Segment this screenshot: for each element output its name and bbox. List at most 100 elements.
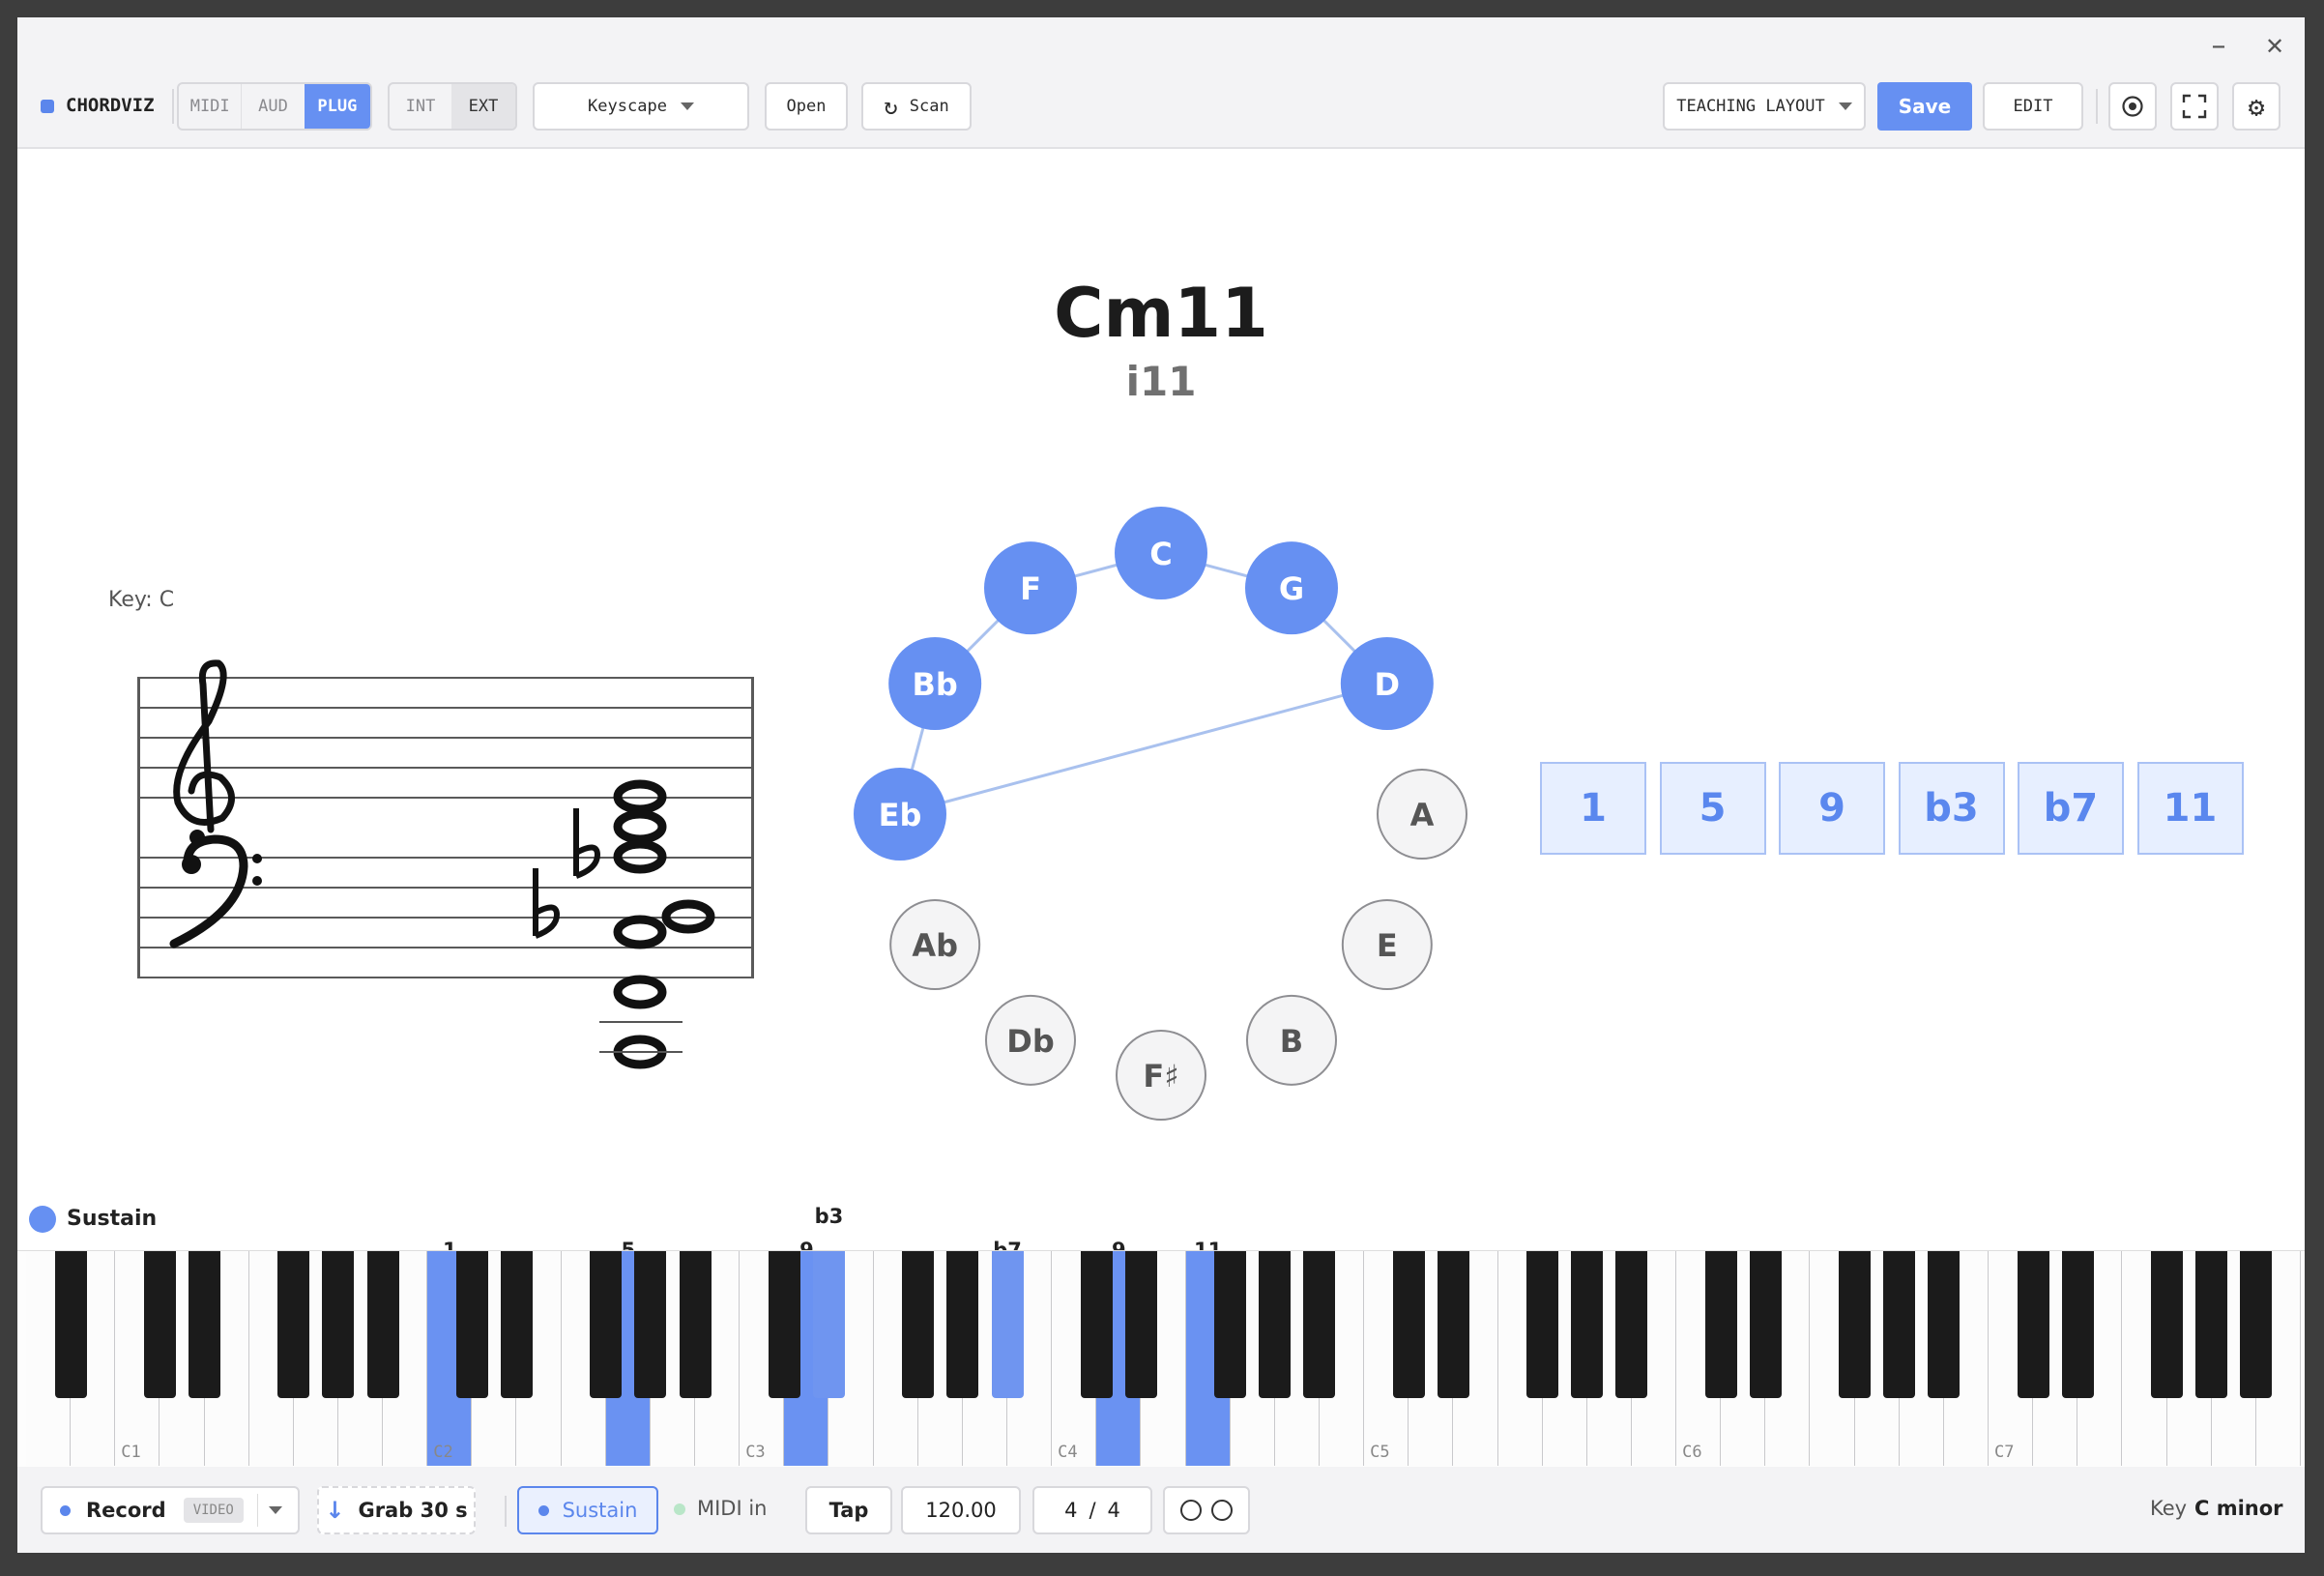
- note-node-g[interactable]: G: [1245, 541, 1338, 635]
- note-node-eb[interactable]: Eb: [854, 768, 946, 861]
- bpm-value: 120.00: [925, 1499, 997, 1522]
- octave-label: C2: [433, 1443, 453, 1462]
- black-key[interactable]: [2017, 1251, 2049, 1398]
- black-key[interactable]: [1214, 1251, 1247, 1398]
- black-key[interactable]: [1704, 1251, 1737, 1398]
- black-key[interactable]: [455, 1251, 488, 1398]
- layout-select[interactable]: TEACHING LAYOUT: [1663, 82, 1866, 131]
- black-key[interactable]: [634, 1251, 667, 1398]
- black-key[interactable]: [812, 1251, 845, 1398]
- record-circle-icon: [2122, 96, 2143, 117]
- tap-tempo-button[interactable]: Tap: [805, 1486, 892, 1534]
- black-key[interactable]: [946, 1251, 979, 1398]
- degree-box: b7: [2018, 762, 2124, 855]
- beat-circle-icon: [1211, 1500, 1233, 1521]
- note-node-d[interactable]: D: [1340, 637, 1434, 730]
- close-button[interactable]: ✕: [2255, 27, 2294, 66]
- grab-button[interactable]: ↓ Grab 30 s: [317, 1486, 476, 1534]
- octave-label: C1: [121, 1443, 141, 1462]
- record-circle-button[interactable]: [2108, 82, 2157, 131]
- black-key[interactable]: [1392, 1251, 1425, 1398]
- black-key[interactable]: [1124, 1251, 1157, 1398]
- note-label: E: [1377, 927, 1398, 964]
- settings-button[interactable]: ⚙: [2232, 82, 2280, 131]
- note-label: D: [1375, 666, 1401, 703]
- black-key[interactable]: [991, 1251, 1024, 1398]
- divider: [2096, 89, 2098, 124]
- note-node-f-sharp[interactable]: F♯: [1116, 1030, 1206, 1121]
- black-key[interactable]: [54, 1251, 87, 1398]
- black-key[interactable]: [277, 1251, 310, 1398]
- key-label: Key: [2150, 1497, 2188, 1520]
- download-arrow-icon: ↓: [325, 1497, 345, 1524]
- fullscreen-icon: [2182, 94, 2207, 119]
- gear-icon: ⚙: [2248, 90, 2265, 123]
- record-dot-icon: [60, 1504, 71, 1516]
- octave-label: C6: [1682, 1443, 1702, 1462]
- note-node-b[interactable]: B: [1246, 994, 1337, 1086]
- octave-label: C7: [1994, 1443, 2015, 1462]
- black-key[interactable]: [501, 1251, 533, 1398]
- black-key[interactable]: [768, 1251, 800, 1398]
- note-node-bb[interactable]: Bb: [888, 637, 982, 730]
- chevron-down-icon: [1838, 102, 1852, 110]
- minimize-button[interactable]: –: [2199, 27, 2238, 66]
- key-value: C minor: [2194, 1497, 2283, 1520]
- metronome-toggle[interactable]: [1163, 1486, 1250, 1534]
- grab-label: Grab 30 s: [358, 1499, 468, 1522]
- piano-keyboard[interactable]: C1C2C3C4C5C6C7C8: [17, 1250, 2305, 1470]
- black-key[interactable]: [1749, 1251, 1782, 1398]
- black-key[interactable]: [143, 1251, 176, 1398]
- black-key[interactable]: [2240, 1251, 2273, 1398]
- edit-button[interactable]: EDIT: [1983, 82, 2083, 131]
- note-label: G: [1279, 570, 1304, 607]
- sustain-indicator-icon: [29, 1206, 56, 1233]
- black-key[interactable]: [1080, 1251, 1113, 1398]
- black-key[interactable]: [902, 1251, 935, 1398]
- black-key[interactable]: [590, 1251, 623, 1398]
- black-key[interactable]: [2061, 1251, 2094, 1398]
- black-key[interactable]: [1437, 1251, 1469, 1398]
- note-node-c[interactable]: C: [1115, 507, 1207, 599]
- circle-of-fifths: C G D A E B F♯ Db Ab Eb Bb F: [854, 507, 1467, 1121]
- black-key[interactable]: [679, 1251, 712, 1398]
- black-key[interactable]: [2195, 1251, 2228, 1398]
- save-button[interactable]: Save: [1877, 82, 1972, 131]
- degree-box: b3: [1898, 762, 2005, 855]
- black-key[interactable]: [1928, 1251, 1961, 1398]
- black-key[interactable]: [1259, 1251, 1292, 1398]
- octave-label: C3: [745, 1443, 766, 1462]
- note-node-f[interactable]: F: [984, 541, 1077, 635]
- chevron-down-icon[interactable]: [269, 1506, 282, 1514]
- note-label: A: [1410, 797, 1435, 833]
- black-key[interactable]: [1526, 1251, 1559, 1398]
- note-label: F♯: [1143, 1058, 1178, 1094]
- record-button[interactable]: Record VIDEO: [41, 1486, 300, 1534]
- black-key[interactable]: [1883, 1251, 1916, 1398]
- black-key[interactable]: [1839, 1251, 1872, 1398]
- note-node-e[interactable]: E: [1341, 899, 1433, 990]
- note-node-db[interactable]: Db: [985, 994, 1076, 1086]
- tap-label: Tap: [828, 1499, 869, 1522]
- black-key[interactable]: [1571, 1251, 1604, 1398]
- time-sig-separator: /: [1089, 1499, 1096, 1522]
- black-key[interactable]: [2151, 1251, 2184, 1398]
- note-node-a[interactable]: A: [1377, 769, 1467, 860]
- note-node-ab[interactable]: Ab: [889, 899, 981, 990]
- time-signature-field[interactable]: 4 / 4: [1032, 1486, 1152, 1534]
- black-key[interactable]: [1303, 1251, 1336, 1398]
- fullscreen-button[interactable]: [2170, 82, 2219, 131]
- note-label: Bb: [913, 666, 958, 703]
- record-label: Record: [86, 1499, 166, 1522]
- black-key[interactable]: [189, 1251, 221, 1398]
- note-label: B: [1280, 1023, 1303, 1060]
- bpm-field[interactable]: 120.00: [901, 1486, 1021, 1534]
- sustain-dot-icon: [537, 1504, 549, 1516]
- black-key[interactable]: [366, 1251, 399, 1398]
- divider: [257, 1494, 258, 1527]
- sustain-toggle[interactable]: Sustain: [517, 1486, 658, 1534]
- black-key[interactable]: [322, 1251, 355, 1398]
- video-badge: VIDEO: [183, 1498, 244, 1523]
- note-label: Db: [1006, 1023, 1054, 1060]
- black-key[interactable]: [1615, 1251, 1648, 1398]
